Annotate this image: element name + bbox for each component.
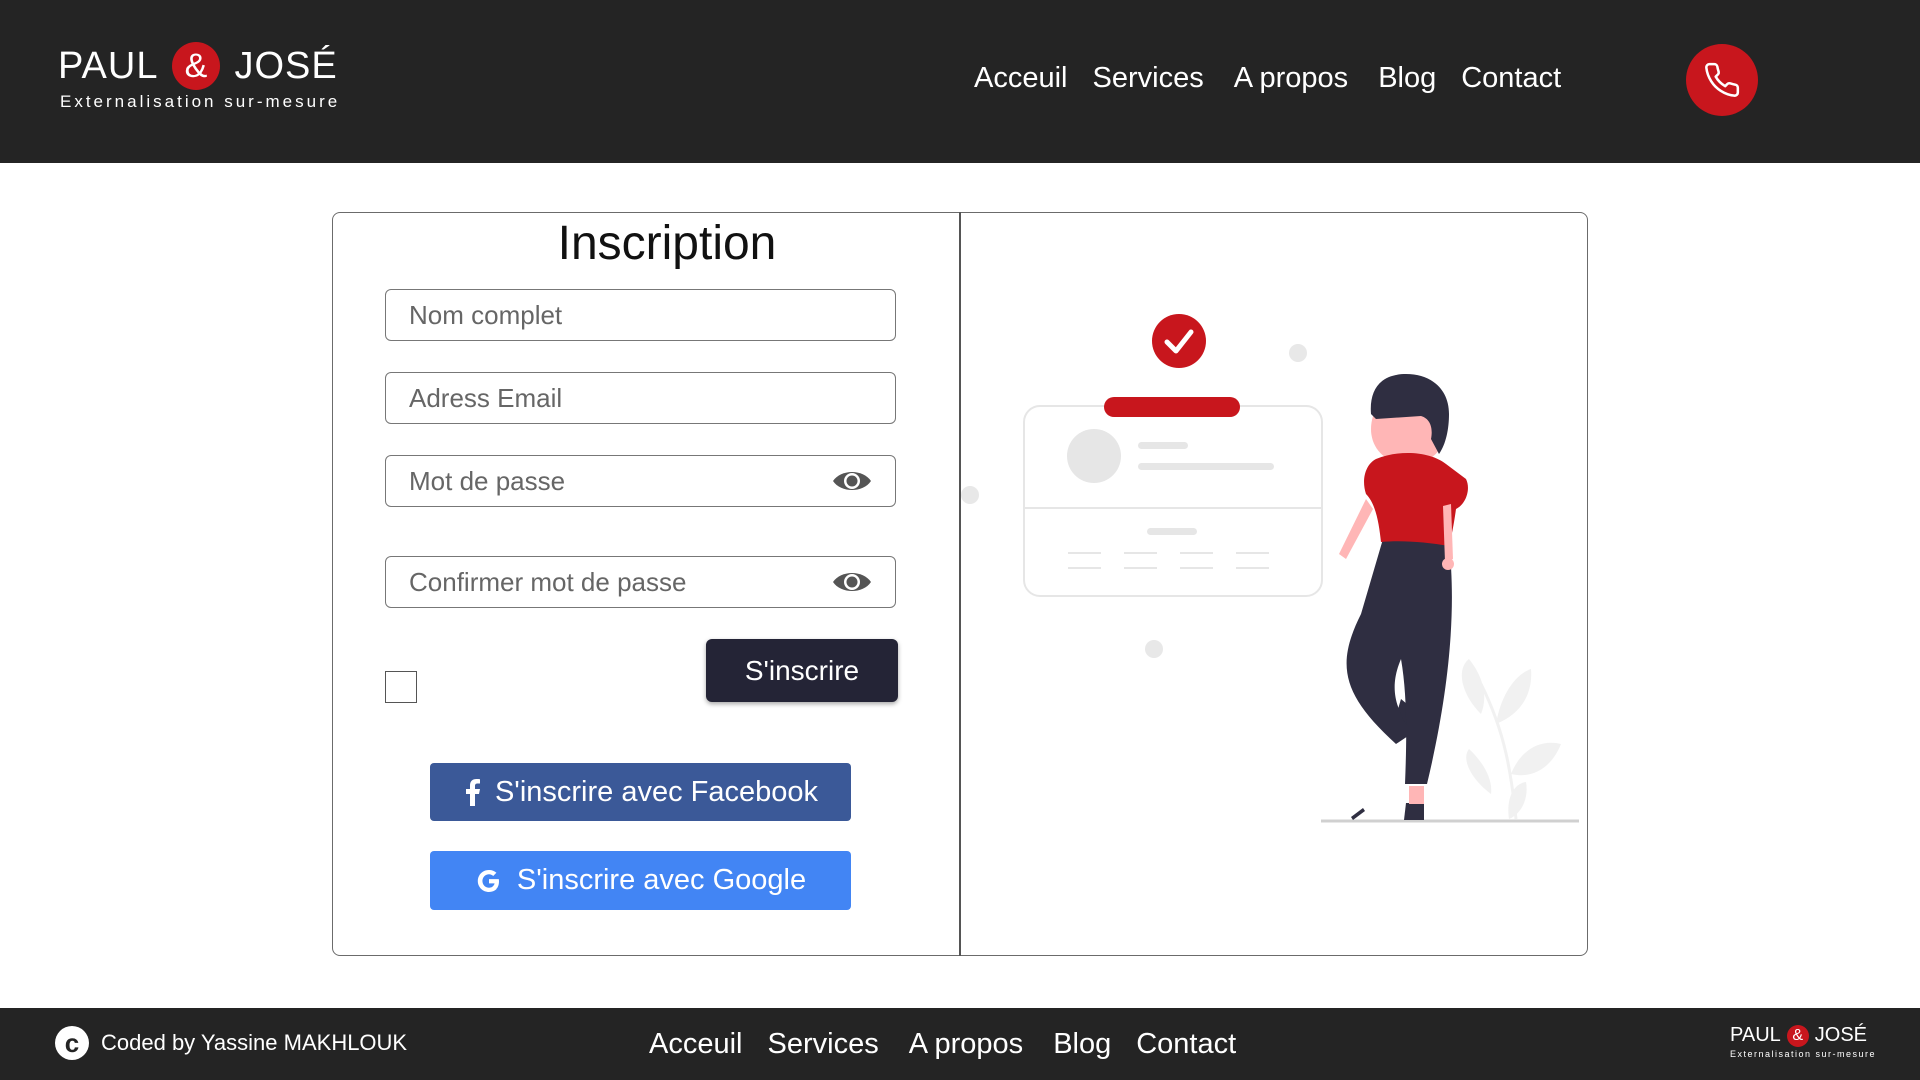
terms-checkbox[interactable] bbox=[385, 671, 417, 703]
main-nav: Acceuil Services A propos Blog Contact bbox=[974, 62, 1586, 95]
confirm-password-input[interactable]: Confirmer mot de passe bbox=[385, 556, 896, 608]
site-header: PAUL & JOSÉ Externalisation sur-mesure A… bbox=[0, 0, 1920, 163]
woman-figure bbox=[1339, 374, 1468, 820]
footer-logo-left: PAUL bbox=[1730, 1024, 1781, 1046]
footer-link-a-propos[interactable]: A propos bbox=[909, 1028, 1023, 1061]
facebook-signup-label: S'inscrire avec Facebook bbox=[494, 775, 819, 808]
signup-button[interactable]: S'inscrire bbox=[706, 639, 898, 702]
facebook-icon bbox=[463, 778, 481, 806]
footer-link-blog[interactable]: Blog bbox=[1053, 1028, 1111, 1061]
footer-logo-ampersand: & bbox=[1786, 1024, 1809, 1047]
fullname-input[interactable]: Nom complet bbox=[385, 289, 896, 341]
footer-logo[interactable]: PAUL & JOSÉ Externalisation sur-mesure bbox=[1730, 1024, 1876, 1059]
plant-graphic bbox=[1461, 659, 1561, 820]
nav-link-contact[interactable]: Contact bbox=[1461, 62, 1561, 95]
eye-icon[interactable] bbox=[831, 567, 873, 604]
logo-tagline: Externalisation sur-mesure bbox=[60, 92, 341, 111]
footer-nav: Acceuil Services A propos Blog Contact bbox=[649, 1028, 1261, 1061]
copyright-icon: c bbox=[55, 1026, 89, 1060]
brand-logo[interactable]: PAUL & JOSÉ Externalisation sur-mesure bbox=[58, 42, 340, 112]
confirm-password-placeholder: Confirmer mot de passe bbox=[409, 566, 687, 597]
fullname-placeholder: Nom complet bbox=[409, 299, 563, 330]
footer-link-services[interactable]: Services bbox=[768, 1028, 879, 1061]
logo-left-text: PAUL bbox=[58, 44, 159, 87]
nav-link-a-propos[interactable]: A propos bbox=[1234, 62, 1348, 95]
footer-link-contact[interactable]: Contact bbox=[1136, 1028, 1236, 1061]
footer-link-acceuil[interactable]: Acceuil bbox=[649, 1028, 743, 1061]
profile-card-graphic bbox=[1023, 314, 1323, 597]
nav-link-acceuil[interactable]: Acceuil bbox=[974, 62, 1068, 95]
email-placeholder: Adress Email bbox=[409, 382, 563, 413]
google-signup-label: S'inscrire avec Google bbox=[516, 864, 807, 896]
footer-logo-tagline: Externalisation sur-mesure bbox=[1730, 1049, 1877, 1059]
footer-logo-right: JOSÉ bbox=[1814, 1024, 1868, 1046]
phone-icon bbox=[1705, 62, 1740, 97]
logo-ampersand: & bbox=[172, 42, 221, 90]
site-footer: c Coded by Yassine MAKHLOUK Acceuil Serv… bbox=[0, 1008, 1920, 1080]
password-input[interactable]: Mot de passe bbox=[385, 455, 896, 507]
signup-illustration bbox=[961, 314, 1579, 823]
nav-link-services[interactable]: Services bbox=[1093, 62, 1204, 95]
google-icon bbox=[475, 867, 503, 895]
email-input[interactable]: Adress Email bbox=[385, 372, 896, 424]
facebook-signup-button[interactable]: S'inscrire avec Facebook bbox=[430, 763, 851, 821]
credit-text: Coded by Yassine MAKHLOUK bbox=[101, 1030, 408, 1055]
password-placeholder: Mot de passe bbox=[409, 465, 566, 496]
nav-link-blog[interactable]: Blog bbox=[1378, 62, 1436, 95]
phone-button[interactable] bbox=[1686, 44, 1758, 116]
eye-icon[interactable] bbox=[831, 466, 873, 503]
footer-credit: c Coded by Yassine MAKHLOUK bbox=[55, 1026, 407, 1060]
form-title: Inscription bbox=[557, 217, 777, 270]
google-signup-button[interactable]: S'inscrire avec Google bbox=[430, 851, 851, 910]
logo-right-text: JOSÉ bbox=[234, 44, 338, 87]
